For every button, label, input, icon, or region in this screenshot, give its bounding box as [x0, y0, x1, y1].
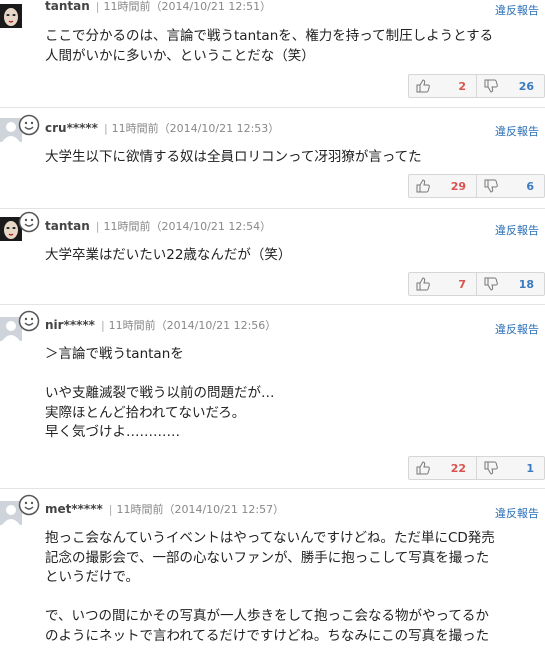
username-link[interactable]: cru***** — [45, 121, 98, 135]
username-link[interactable]: nir***** — [45, 318, 95, 332]
comment-line — [45, 588, 545, 608]
timestamp: 11時間前（2014/10/21 12:57） — [116, 503, 285, 516]
good-count: 7 — [458, 277, 466, 291]
username-link[interactable]: met***** — [45, 502, 103, 516]
comment-item: nir***** | 11時間前（2014/10/21 12:56） 違反報告 ＞言… — [0, 305, 545, 489]
thumbs-up-button[interactable]: 2 — [409, 75, 476, 97]
thumbs-up-icon — [416, 179, 430, 193]
report-link[interactable]: 違反報告 — [495, 2, 539, 18]
bad-count: 26 — [518, 79, 534, 93]
timestamp: 11時間前（2014/10/21 12:54） — [103, 220, 272, 233]
mask-icon[interactable] — [0, 4, 22, 28]
comment-body: ここで分かるのは、言論で戦うtantanを、権力を持って制圧しようとする 人間が… — [45, 27, 545, 66]
username-link[interactable]: tantan — [45, 0, 90, 13]
thumbs-up-icon — [416, 277, 430, 291]
bad-count: 6 — [526, 179, 534, 193]
comment-line: 抱っこ会なんていうイベントはやってないんですけどね。ただ単にCD発売 — [45, 530, 495, 546]
thumbs-down-button[interactable]: 6 — [476, 175, 544, 197]
comment-body: 大学生以下に欲情する奴は全員ロリコンって冴羽獠が言ってた — [45, 148, 545, 168]
thumbs-down-icon — [484, 79, 498, 93]
smiley-icon — [18, 310, 40, 332]
vote-box: 22 1 — [408, 456, 545, 480]
comment-line: ＞言論で戦うtantanを — [45, 346, 184, 362]
good-count: 29 — [450, 179, 466, 193]
thumbs-down-icon — [484, 277, 498, 291]
comment-line: 大学卒業はだいたい22歳なんだが（笑） — [45, 247, 292, 263]
report-link[interactable]: 違反報告 — [495, 505, 539, 521]
comment-line: 大学生以下に欲情する奴は全員ロリコンって冴羽獠が言ってた — [45, 149, 422, 165]
bad-count: 1 — [526, 461, 534, 475]
comment-line: 記念の撮影会で、一部の心ないファンが、勝手に抱っこして写真を撮った — [45, 549, 490, 566]
comment-meta: tantan | 11時間前（2014/10/21 12:54） — [45, 219, 272, 233]
comment-line: ここで分かるのは、言論で戦うtantanを、権力を持って制圧しようとする — [45, 28, 494, 44]
comment-item: met***** | 11時間前（2014/10/21 12:57） 違反報告 抱っ… — [0, 489, 545, 649]
thumbs-down-icon — [484, 179, 498, 193]
thumbs-down-icon — [484, 461, 498, 475]
comment-line — [45, 365, 545, 385]
username-link[interactable]: tantan — [45, 219, 90, 233]
thumbs-up-icon — [416, 79, 430, 93]
timestamp: 11時間前（2014/10/21 12:53） — [111, 122, 280, 135]
thumbs-down-button[interactable]: 26 — [476, 75, 544, 97]
comment-line: 早く気づけよ………… — [45, 424, 180, 440]
comment-line: のようにネットで言われてるだけですけどね。ちなみにこの写真を撮った — [45, 627, 490, 644]
good-count: 22 — [450, 461, 466, 475]
thumbs-down-button[interactable]: 18 — [476, 273, 544, 295]
smiley-icon — [18, 114, 40, 136]
timestamp: 11時間前（2014/10/21 12:56） — [108, 319, 277, 332]
comment-body: 大学卒業はだいたい22歳なんだが（笑） — [45, 246, 545, 266]
comment-line: 実際ほとんど拾われてないだろ。 — [45, 404, 246, 421]
report-link[interactable]: 違反報告 — [495, 123, 539, 139]
comment-meta: met***** | 11時間前（2014/10/21 12:57） — [45, 502, 285, 516]
comment-item: cru***** | 11時間前（2014/10/21 12:53） 違反報告 大学… — [0, 108, 545, 209]
comment-meta: nir***** | 11時間前（2014/10/21 12:56） — [45, 318, 277, 332]
comment-item: tantan | 11時間前（2014/10/21 12:54） 違反報告 大学卒業… — [0, 209, 545, 305]
smiley-icon — [18, 211, 40, 233]
vote-box: 29 6 — [408, 174, 545, 198]
good-count: 2 — [458, 79, 466, 93]
timestamp: 11時間前（2014/10/21 12:51） — [103, 0, 272, 13]
comment-line: 人間がいかに多いか、ということだな（笑） — [45, 47, 315, 64]
vote-box: 7 18 — [408, 272, 545, 296]
vote-box: 2 26 — [408, 74, 545, 98]
thumbs-up-button[interactable]: 29 — [409, 175, 476, 197]
thumbs-down-button[interactable]: 1 — [476, 457, 544, 479]
comment-body: ＞言論で戦うtantanを いや支離滅裂で戦う以前の問題だが… 実際ほとんど拾わ… — [45, 345, 545, 443]
comment-line: で、いつの間にかその写真が一人歩きをして抱っこ会なる物がやってるか — [45, 608, 489, 624]
comment-body: 抱っこ会なんていうイベントはやってないんですけどね。ただ単にCD発売 記念の撮影… — [45, 529, 545, 646]
thumbs-up-icon — [416, 461, 430, 475]
thumbs-up-button[interactable]: 7 — [409, 273, 476, 295]
report-link[interactable]: 違反報告 — [495, 321, 539, 337]
smiley-icon — [18, 494, 40, 516]
report-link[interactable]: 違反報告 — [495, 222, 539, 238]
comment-meta: tantan | 11時間前（2014/10/21 12:51） — [45, 0, 272, 13]
comment-line: いや支離滅裂で戦う以前の問題だが… — [45, 385, 275, 401]
bad-count: 18 — [518, 277, 534, 291]
comment-meta: cru***** | 11時間前（2014/10/21 12:53） — [45, 121, 280, 135]
thumbs-up-button[interactable]: 22 — [409, 457, 476, 479]
comment-line: というだけで。 — [45, 569, 139, 585]
comment-item: tantan | 11時間前（2014/10/21 12:51） 違反報告 ここで分… — [0, 0, 545, 108]
